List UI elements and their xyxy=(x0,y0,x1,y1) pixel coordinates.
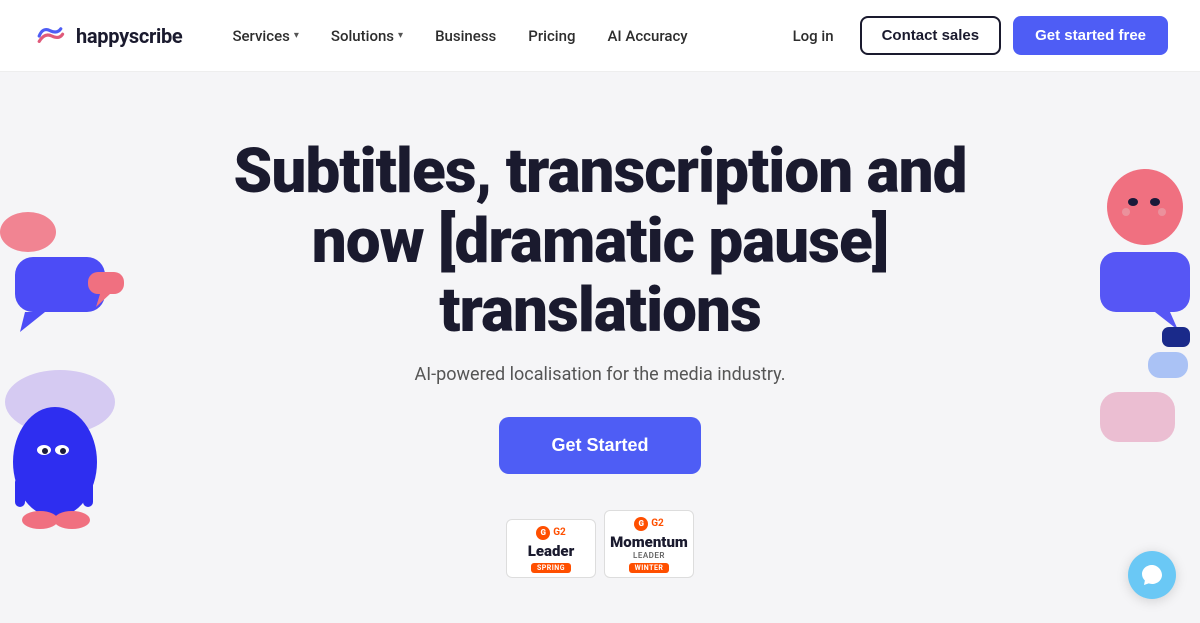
hero-subtitle: AI-powered localisation for the media in… xyxy=(415,364,786,385)
get-started-button[interactable]: Get Started xyxy=(499,417,700,474)
chat-button[interactable] xyxy=(1128,551,1176,599)
nav-solutions[interactable]: Solutions ▾ xyxy=(317,19,417,53)
nav-services[interactable]: Services ▾ xyxy=(218,19,312,53)
get-started-free-button[interactable]: Get started free xyxy=(1013,16,1168,55)
nav-ai-accuracy[interactable]: AI Accuracy xyxy=(593,19,701,53)
g2-leader-badge: G G2 Leader SPRING xyxy=(506,519,596,578)
badges-row: G G2 Leader SPRING G G2 Momentum Leader … xyxy=(506,510,694,578)
g2-circle-1: G xyxy=(536,526,550,540)
g2-label-2: G G2 xyxy=(634,517,664,531)
nav-links: Services ▾ Solutions ▾ Business Pricing … xyxy=(218,19,778,53)
chat-icon xyxy=(1140,563,1164,587)
services-chevron-icon: ▾ xyxy=(294,30,299,41)
logo-link[interactable]: happyscribe xyxy=(32,18,182,54)
g2-label-1: G G2 xyxy=(536,526,566,540)
badge-leader-text: Leader xyxy=(528,542,575,560)
navbar: happyscribe Services ▾ Solutions ▾ Busin… xyxy=(0,0,1200,72)
nav-right: Log in Contact sales Get started free xyxy=(779,16,1168,55)
logo-icon xyxy=(32,18,68,54)
g2-momentum-badge: G G2 Momentum Leader WINTER xyxy=(604,510,694,578)
login-button[interactable]: Log in xyxy=(779,19,848,53)
badge-momentum-text: Momentum xyxy=(610,533,688,551)
right-decoration xyxy=(1000,152,1200,552)
logo-text: happyscribe xyxy=(76,24,182,48)
solutions-chevron-icon: ▾ xyxy=(398,30,403,41)
contact-sales-button[interactable]: Contact sales xyxy=(860,16,1002,55)
hero-section: Subtitles, transcription and now [dramat… xyxy=(0,72,1200,623)
g2-circle-2: G xyxy=(634,517,648,531)
badge-season-1: SPRING xyxy=(531,563,571,573)
hero-title: Subtitles, transcription and now [dramat… xyxy=(225,137,975,345)
left-decoration xyxy=(0,172,180,552)
badge-season-2: WINTER xyxy=(629,563,670,573)
nav-pricing[interactable]: Pricing xyxy=(514,19,589,53)
nav-business[interactable]: Business xyxy=(421,19,510,53)
badge-momentum-sub: Leader xyxy=(633,551,665,560)
